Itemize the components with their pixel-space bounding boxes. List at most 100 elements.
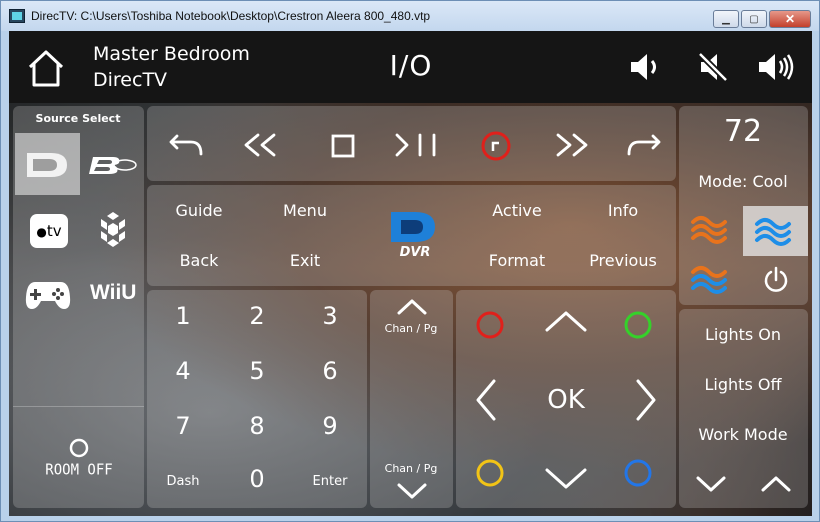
- key-3[interactable]: 3: [322, 302, 337, 330]
- info-button[interactable]: Info: [608, 201, 638, 220]
- work-mode-button[interactable]: Work Mode: [698, 425, 787, 444]
- source-gamepad-button[interactable]: [15, 266, 80, 324]
- room-name: Master Bedroom: [93, 43, 250, 65]
- title-bar[interactable]: DirecTV: C:\Users\Toshiba Notebook\Deskt…: [1, 1, 819, 31]
- source-select-panel: Source Select ●tv WiiU ROOM OFF: [13, 106, 144, 508]
- source-wiiu-button[interactable]: WiiU: [81, 266, 144, 324]
- lights-panel: Lights On Lights Off Work Mode: [679, 309, 808, 508]
- menu-button[interactable]: Menu: [283, 201, 327, 220]
- format-button[interactable]: Format: [489, 251, 545, 270]
- source-bluray-button[interactable]: [81, 133, 144, 195]
- dash-button[interactable]: Dash: [167, 474, 200, 489]
- home-icon[interactable]: [26, 49, 66, 89]
- mute-icon[interactable]: [697, 51, 729, 83]
- blue-button[interactable]: [623, 458, 653, 488]
- key-8[interactable]: 8: [249, 412, 264, 440]
- maximize-button[interactable]: ▢: [741, 10, 767, 28]
- key-9[interactable]: 9: [322, 412, 337, 440]
- active-button[interactable]: Active: [492, 201, 542, 220]
- bluray-icon: [89, 157, 137, 174]
- cool-waves-icon: [755, 218, 791, 246]
- source-directv-button[interactable]: [15, 133, 80, 195]
- mode-label[interactable]: Mode: Cool: [698, 172, 787, 191]
- keypad-panel: 1 2 3 4 5 6 7 8 9 Dash 0 Enter: [147, 290, 367, 508]
- channel-up-button[interactable]: Chan / Pg: [370, 290, 453, 350]
- room-off-label: ROOM OFF: [45, 461, 113, 479]
- stop-icon[interactable]: [331, 134, 355, 158]
- appletv-label: tv: [46, 222, 62, 240]
- ok-button[interactable]: OK: [547, 385, 585, 415]
- volume-down-icon[interactable]: [629, 51, 661, 83]
- temperature-display: 72: [723, 114, 763, 149]
- right-arrow-icon[interactable]: [634, 378, 658, 422]
- lights-off-button[interactable]: Lights Off: [705, 375, 782, 394]
- auto-mode-button[interactable]: [679, 258, 743, 304]
- lights-down-icon[interactable]: [695, 475, 727, 493]
- directv-icon: [27, 153, 67, 177]
- cool-mode-button[interactable]: [743, 206, 808, 256]
- app-icon: [9, 9, 25, 23]
- key-5[interactable]: 5: [249, 357, 264, 385]
- left-arrow-icon[interactable]: [474, 378, 498, 422]
- yellow-button[interactable]: [475, 458, 505, 488]
- minimize-button[interactable]: ▁: [713, 10, 739, 28]
- replay-icon[interactable]: [169, 132, 205, 156]
- channel-down-label: Chan / Pg: [384, 462, 438, 475]
- record-icon[interactable]: [481, 131, 511, 161]
- climate-panel: 72 Mode: Cool: [679, 106, 808, 305]
- wii-u-icon: WiiU: [90, 281, 137, 304]
- app-window: DirecTV: C:\Users\Toshiba Notebook\Deskt…: [0, 0, 820, 522]
- heat-mode-button[interactable]: [679, 206, 743, 256]
- lights-on-button[interactable]: Lights On: [705, 325, 781, 344]
- navigation-panel: OK: [456, 290, 676, 508]
- source-select-title: Source Select: [35, 112, 121, 125]
- previous-button[interactable]: Previous: [589, 251, 657, 270]
- key-7[interactable]: 7: [175, 412, 190, 440]
- transport-panel: [147, 106, 676, 181]
- play-pause-icon[interactable]: [394, 133, 442, 157]
- key-1[interactable]: 1: [175, 302, 190, 330]
- hexagon-app-icon: [101, 212, 125, 247]
- rewind-icon[interactable]: [242, 133, 278, 157]
- volume-up-icon[interactable]: [757, 51, 797, 83]
- divider: [13, 406, 144, 407]
- header-bar: Master Bedroom DirecTV I/O: [9, 31, 812, 103]
- dvr-label: DVR: [399, 245, 431, 260]
- green-button[interactable]: [623, 310, 653, 340]
- window-title: DirecTV: C:\Users\Toshiba Notebook\Deskt…: [31, 9, 431, 23]
- dvr-button[interactable]: DVR: [379, 207, 447, 267]
- gamepad-icon: [25, 282, 71, 309]
- heat-waves-icon: [691, 216, 727, 244]
- up-arrow-icon[interactable]: [544, 310, 588, 334]
- enter-button[interactable]: Enter: [313, 474, 348, 489]
- key-4[interactable]: 4: [175, 357, 190, 385]
- key-0[interactable]: 0: [249, 465, 264, 493]
- power-icon: [764, 266, 788, 292]
- power-toggle-button[interactable]: I/O: [390, 49, 433, 82]
- red-button[interactable]: [475, 310, 505, 340]
- channel-panel: Chan / Pg Chan / Pg: [370, 290, 453, 508]
- exit-button[interactable]: Exit: [290, 251, 320, 270]
- auto-waves-icon: [691, 266, 727, 294]
- guide-button[interactable]: Guide: [176, 201, 223, 220]
- chevron-up-icon: [397, 299, 427, 315]
- close-button[interactable]: ✕: [769, 10, 811, 28]
- channel-down-button[interactable]: Chan / Pg: [370, 450, 453, 508]
- key-2[interactable]: 2: [249, 302, 264, 330]
- back-button[interactable]: Back: [180, 251, 219, 270]
- key-6[interactable]: 6: [322, 357, 337, 385]
- appletv-icon: ●tv: [30, 214, 68, 248]
- chevron-down-icon: [397, 483, 427, 499]
- dvr-logo-icon: [391, 212, 435, 242]
- skip-forward-icon[interactable]: [625, 132, 661, 156]
- touch-panel: Master Bedroom DirecTV I/O Source Select…: [9, 31, 812, 516]
- room-off-button[interactable]: ROOM OFF: [23, 426, 133, 496]
- climate-power-button[interactable]: [743, 258, 808, 304]
- source-hexagon-button[interactable]: [81, 203, 144, 261]
- source-appletv-button[interactable]: ●tv: [15, 203, 80, 261]
- lights-up-icon[interactable]: [760, 475, 792, 493]
- down-arrow-icon[interactable]: [544, 466, 588, 490]
- source-name: DirecTV: [93, 69, 168, 91]
- fast-forward-icon[interactable]: [554, 133, 590, 157]
- channel-up-label: Chan / Pg: [384, 322, 438, 335]
